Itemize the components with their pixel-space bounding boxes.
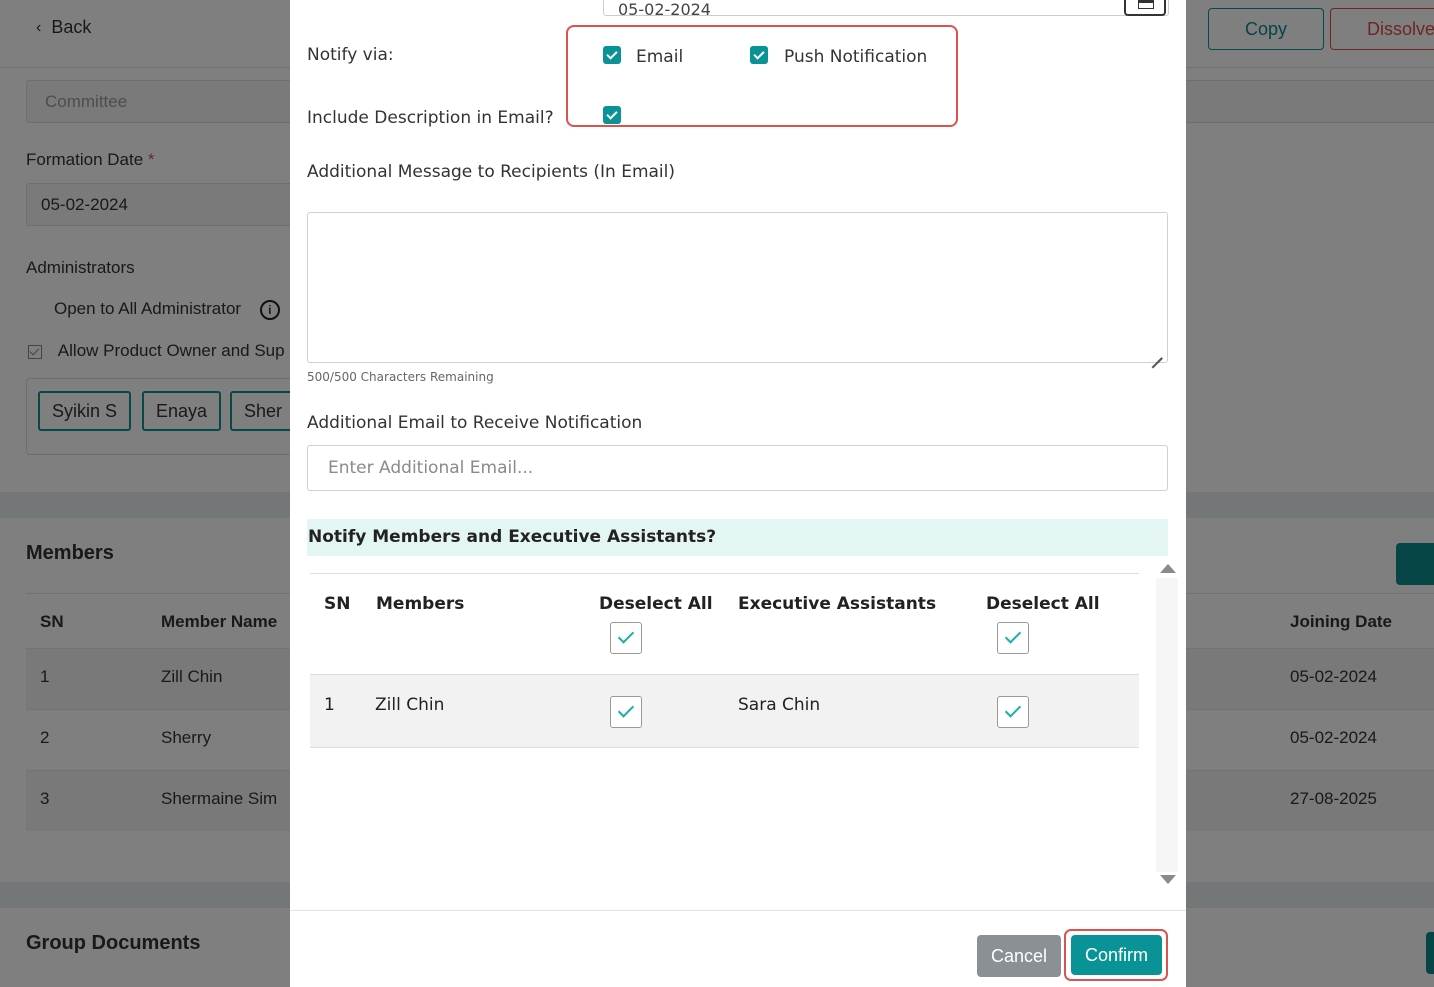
cancel-button[interactable]: Cancel — [977, 935, 1061, 977]
table-row: 1 Zill Chin Sara Chin — [310, 674, 1139, 748]
col-deselect-exec: Deselect All — [986, 594, 1100, 614]
additional-message-textarea[interactable] — [307, 212, 1168, 363]
push-notification-checkbox[interactable] — [750, 46, 768, 64]
push-notification-label: Push Notification — [784, 47, 928, 67]
row-member: Zill Chin — [375, 695, 445, 715]
additional-email-label: Additional Email to Receive Notification — [307, 413, 643, 433]
additional-email-input[interactable] — [307, 445, 1168, 491]
email-label: Email — [636, 47, 684, 67]
row-sn: 1 — [324, 695, 335, 715]
scroll-down-arrow-icon[interactable] — [1160, 875, 1176, 884]
date-value: 05-02-2024 — [618, 0, 711, 19]
email-checkbox[interactable] — [603, 46, 621, 64]
include-description-label: Include Description in Email? — [307, 108, 554, 128]
col-sn: SN — [324, 594, 351, 614]
row-exec: Sara Chin — [738, 695, 821, 715]
col-executive-assistants: Executive Assistants — [738, 594, 937, 614]
highlight-box — [566, 25, 958, 127]
notify-members-title: Notify Members and Executive Assistants? — [307, 519, 1168, 556]
exec-checkbox[interactable] — [997, 696, 1029, 728]
date-field[interactable]: 05-02-2024 — [603, 0, 1169, 19]
table-header: SN Members Deselect All Executive Assist… — [310, 573, 1139, 674]
member-checkbox[interactable] — [610, 696, 642, 728]
resize-handle-icon[interactable] — [1150, 346, 1162, 358]
scroll-up-arrow-icon[interactable] — [1160, 564, 1176, 573]
deselect-all-members-checkbox[interactable] — [610, 622, 642, 654]
character-counter: 500/500 Characters Remaining — [307, 370, 494, 384]
deselect-all-exec-checkbox[interactable] — [997, 622, 1029, 654]
scrollbar[interactable] — [1156, 578, 1178, 872]
include-description-checkbox[interactable] — [603, 106, 621, 124]
calendar-icon[interactable] — [1124, 0, 1166, 16]
notify-via-label: Notify via: — [307, 45, 394, 65]
additional-message-label: Additional Message to Recipients (In Ema… — [307, 162, 675, 182]
col-members: Members — [376, 594, 465, 614]
notification-modal: 05-02-2024 Notify via: Email Push Notifi… — [290, 0, 1186, 987]
confirm-button[interactable]: Confirm — [1071, 935, 1162, 975]
notify-members-table: SN Members Deselect All Executive Assist… — [310, 573, 1139, 748]
col-deselect-members: Deselect All — [599, 594, 713, 614]
